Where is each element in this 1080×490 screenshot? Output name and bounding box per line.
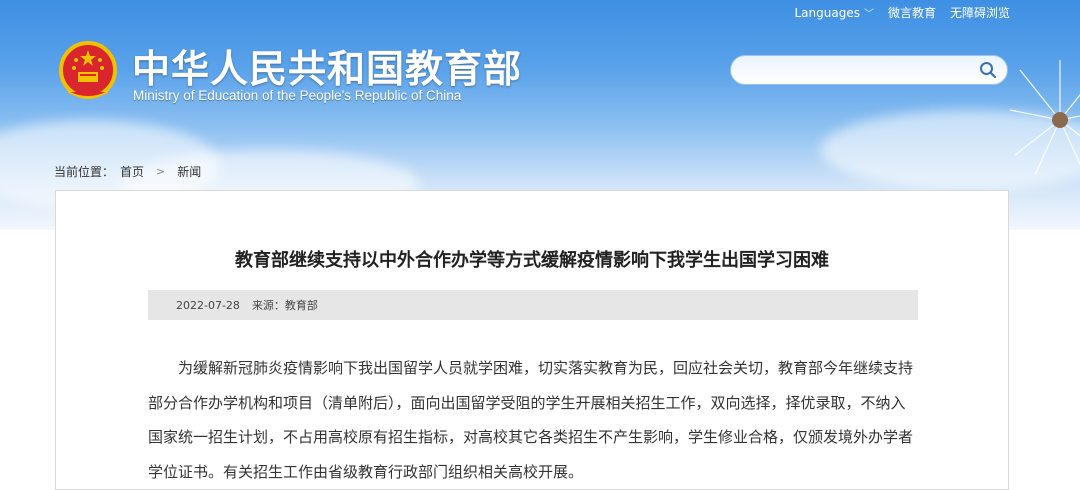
article-meta: 2022-07-28 来源：教育部 <box>148 290 918 320</box>
article-panel: 教育部继续支持以中外合作办学等方式缓解疫情影响下我学生出国学习困难 2022-0… <box>55 190 1009 490</box>
languages-label: Languages <box>794 6 860 20</box>
breadcrumb-current[interactable]: 新闻 <box>177 163 201 180</box>
weibo-link[interactable]: 微言教育 <box>888 4 936 21</box>
article-body: 为缓解新冠肺炎疫情影响下我出国留学人员就学困难，切实落实教育为民，回应社会关切，… <box>148 359 914 481</box>
breadcrumb: 当前位置： 首页 > 新闻 <box>54 163 201 180</box>
article-source: 来源：教育部 <box>251 299 318 312</box>
article-date: 2022-07-28 <box>176 298 240 312</box>
national-emblem-icon <box>59 41 117 99</box>
accessible-link[interactable]: 无障碍浏览 <box>950 4 1010 21</box>
chevron-right-icon: > <box>156 165 166 178</box>
top-links: Languages ﹀ 微言教育 无障碍浏览 <box>794 4 1010 21</box>
languages-link[interactable]: Languages ﹀ <box>794 5 873 20</box>
article-title: 教育部继续支持以中外合作办学等方式缓解疫情影响下我学生出国学习困难 <box>235 250 829 271</box>
chevron-down-icon: ﹀ <box>863 9 874 20</box>
search-icon[interactable] <box>979 61 997 79</box>
site-subtitle: Ministry of Education of the People's Re… <box>133 88 462 103</box>
breadcrumb-prefix: 当前位置： <box>54 165 115 179</box>
site-title[interactable]: 中华人民共和国教育部 <box>132 38 522 93</box>
dandelion-decoration <box>1009 60 1080 176</box>
breadcrumb-home[interactable]: 首页 <box>120 163 144 180</box>
search-input[interactable] <box>730 55 1008 85</box>
